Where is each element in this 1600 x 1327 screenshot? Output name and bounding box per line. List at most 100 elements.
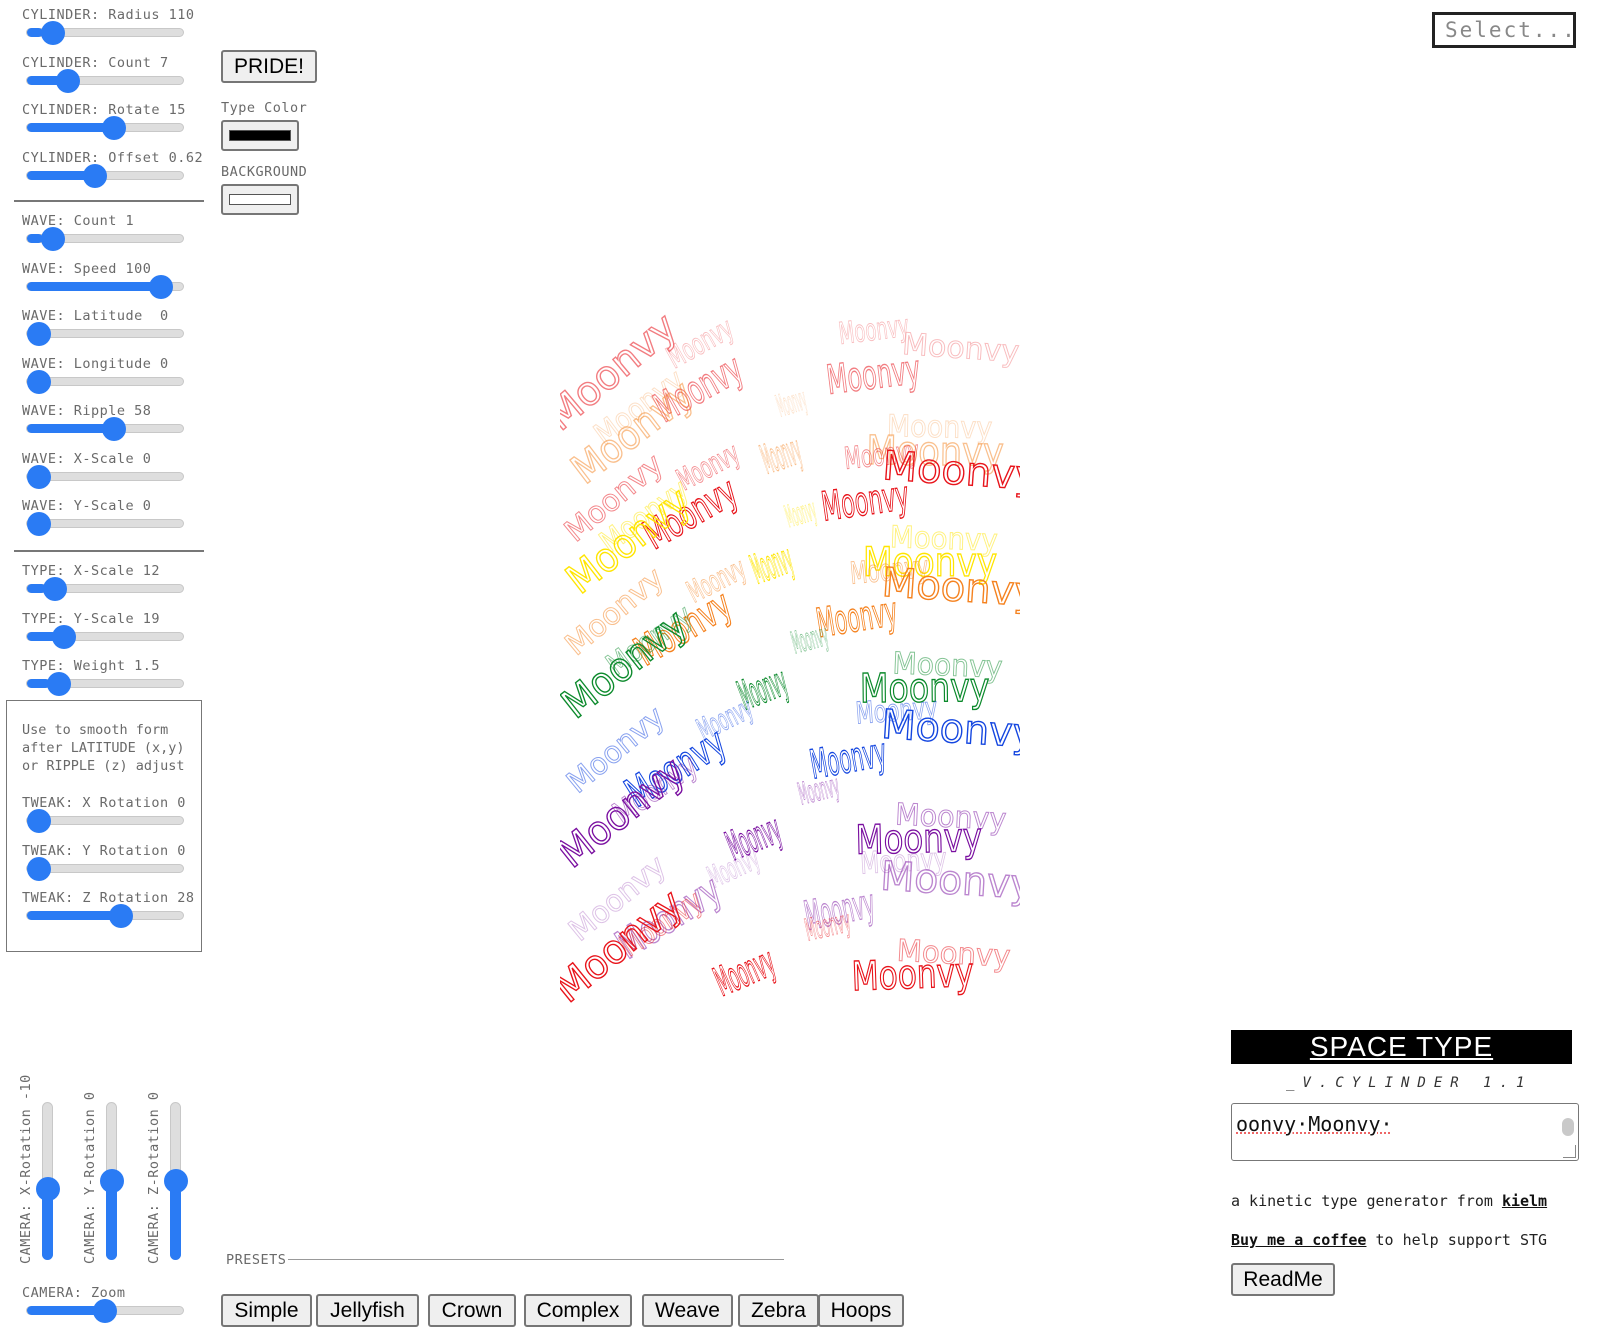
type-slider-label: TYPE: Weight 1.5 bbox=[22, 658, 161, 674]
tweak-slider-track[interactable] bbox=[26, 809, 184, 833]
slider-thumb[interactable] bbox=[93, 1299, 117, 1323]
textarea-scrollbar[interactable] bbox=[1562, 1118, 1574, 1136]
canvas-word: Moonvy bbox=[881, 560, 1020, 617]
slider-thumb[interactable] bbox=[36, 1176, 60, 1201]
wave-slider-track[interactable] bbox=[26, 464, 184, 489]
buy-coffee-link[interactable]: Buy me a coffee bbox=[1231, 1231, 1366, 1249]
cylinder-slider: CYLINDER: Offset 0.62 bbox=[22, 149, 207, 188]
preset-jellyfish-button[interactable]: Jellyfish bbox=[316, 1294, 419, 1327]
slider-thumb[interactable] bbox=[43, 577, 68, 601]
cylinder-slider-track[interactable] bbox=[26, 163, 184, 188]
resize-grip-icon[interactable] bbox=[1563, 1145, 1576, 1158]
slider-thumb[interactable] bbox=[27, 856, 52, 881]
preset-weave-button[interactable]: Weave bbox=[642, 1294, 733, 1327]
wave-slider-label: WAVE: Latitude 0 bbox=[22, 308, 169, 324]
preset-simple-button[interactable]: Simple bbox=[221, 1294, 312, 1327]
wave-slider-track[interactable] bbox=[26, 369, 184, 394]
slider-fill bbox=[106, 1182, 117, 1260]
cylinder-slider: CYLINDER: Radius 110 bbox=[22, 6, 207, 45]
support-text: to help support STG bbox=[1366, 1231, 1548, 1249]
presets-divider bbox=[288, 1259, 784, 1260]
tweak-slider-track[interactable] bbox=[26, 904, 184, 928]
pride-button[interactable]: PRIDE! bbox=[221, 50, 317, 83]
kielm-link[interactable]: kielm bbox=[1502, 1192, 1547, 1210]
type-slider: TYPE: Y-Scale 19 bbox=[22, 610, 207, 649]
divider bbox=[14, 200, 204, 202]
wave-slider-track[interactable] bbox=[26, 417, 184, 441]
background-label: BACKGROUND bbox=[221, 164, 308, 180]
tweak-slider: TWEAK: Z Rotation 28 bbox=[22, 889, 207, 928]
cylinder-slider-track[interactable] bbox=[26, 21, 184, 45]
slider-thumb[interactable] bbox=[164, 1169, 188, 1193]
canvas-word: Moonvy bbox=[879, 853, 1020, 909]
wave-slider: WAVE: X-Scale 0 bbox=[22, 450, 207, 489]
type-slider: TYPE: X-Scale 12 bbox=[22, 562, 207, 601]
type-slider-track[interactable] bbox=[26, 624, 184, 649]
camera-rotation-label: CAMERA: Y-Rotation 0 bbox=[82, 1091, 98, 1264]
canvas-word: Moonvy bbox=[837, 308, 911, 351]
wave-slider-track[interactable] bbox=[26, 227, 184, 251]
slider-thumb[interactable] bbox=[27, 369, 52, 394]
tweak-note: Use to smooth form after LATITUDE (x,y) … bbox=[22, 722, 185, 774]
type-slider-track[interactable] bbox=[26, 577, 184, 601]
slider-thumb[interactable] bbox=[100, 1169, 124, 1193]
cylinder-slider-track[interactable] bbox=[26, 68, 184, 93]
readme-button[interactable]: ReadMe bbox=[1231, 1263, 1335, 1296]
slider-thumb[interactable] bbox=[27, 322, 52, 346]
type-slider-track[interactable] bbox=[26, 672, 184, 696]
presets-label: PRESETS bbox=[226, 1252, 287, 1268]
wave-slider: WAVE: Longitude 0 bbox=[22, 355, 207, 394]
wave-slider: WAVE: Speed 100 bbox=[22, 260, 207, 299]
app-title: SPACE TYPE GENERATOR bbox=[1231, 1030, 1572, 1096]
cylinder-slider: CYLINDER: Rotate 15 bbox=[22, 101, 207, 140]
preset-complex-button[interactable]: Complex bbox=[524, 1294, 632, 1327]
tweak-slider-track[interactable] bbox=[26, 856, 184, 881]
wave-slider-label: WAVE: Longitude 0 bbox=[22, 355, 169, 372]
wave-slider: WAVE: Ripple 58 bbox=[22, 402, 207, 441]
tweak-slider: TWEAK: Y Rotation 0 bbox=[22, 842, 207, 881]
canvas-word: Moonvy bbox=[851, 950, 974, 1000]
canvas-word: Moonvy bbox=[880, 702, 1020, 758]
text-input-value: oonvy·Moonvy· bbox=[1236, 1112, 1393, 1136]
background-color-picker[interactable] bbox=[221, 184, 299, 215]
slider-thumb[interactable] bbox=[47, 672, 72, 696]
camera-zoom-track[interactable] bbox=[26, 1299, 184, 1323]
slider-thumb[interactable] bbox=[102, 116, 127, 140]
slider-thumb[interactable] bbox=[52, 624, 77, 649]
slider-thumb[interactable] bbox=[102, 417, 127, 441]
type-canvas[interactable]: Moonvy Moonvy Moonvy Moonvy Moonvy Moonvy Moon… bbox=[560, 280, 1020, 1020]
cylinder-slider-track[interactable] bbox=[26, 116, 184, 140]
camera-rotation-slider[interactable] bbox=[36, 1102, 60, 1260]
tweak-slider: TWEAK: X Rotation 0 bbox=[22, 794, 207, 833]
slider-thumb[interactable] bbox=[56, 68, 81, 93]
wave-slider: WAVE: Y-Scale 0 bbox=[22, 497, 207, 536]
slider-fill bbox=[170, 1182, 181, 1260]
wave-slider-track[interactable] bbox=[26, 322, 184, 346]
slider-thumb[interactable] bbox=[108, 904, 133, 928]
wave-slider-track[interactable] bbox=[26, 274, 184, 299]
preset-hoops-button[interactable]: Hoops bbox=[818, 1294, 904, 1327]
type-slider-label: TYPE: Y-Scale 19 bbox=[22, 610, 161, 627]
canvas-word: Moonvy bbox=[755, 426, 807, 483]
type-color-picker[interactable] bbox=[221, 120, 299, 151]
preset-crown-button[interactable]: Crown bbox=[428, 1294, 516, 1327]
camera-rotation-slider[interactable] bbox=[100, 1102, 124, 1260]
preset-zebra-button[interactable]: Zebra bbox=[738, 1294, 819, 1327]
tweak-slider-label: TWEAK: X Rotation 0 bbox=[22, 795, 186, 811]
type-slider: TYPE: Weight 1.5 bbox=[22, 657, 207, 696]
camera-rotation-slider[interactable] bbox=[164, 1102, 188, 1260]
font-select[interactable]: Select... bbox=[1432, 12, 1576, 48]
text-input[interactable]: oonvy·Moonvy· bbox=[1231, 1103, 1579, 1161]
cylinder-slider-label: CYLINDER: Offset 0.62 bbox=[22, 149, 204, 166]
slider-thumb[interactable] bbox=[82, 163, 107, 188]
canvas-word: Moonvy bbox=[745, 535, 799, 592]
divider bbox=[14, 550, 204, 552]
camera-zoom-slider: CAMERA: Zoom bbox=[22, 1284, 207, 1323]
slider-thumb[interactable] bbox=[149, 274, 174, 299]
wave-slider-track[interactable] bbox=[26, 512, 184, 536]
slider-thumb[interactable] bbox=[40, 227, 65, 251]
canvas-word: Moonvy bbox=[795, 769, 843, 813]
slider-thumb[interactable] bbox=[27, 464, 52, 489]
slider-thumb[interactable] bbox=[27, 512, 52, 536]
slider-thumb[interactable] bbox=[40, 21, 65, 45]
